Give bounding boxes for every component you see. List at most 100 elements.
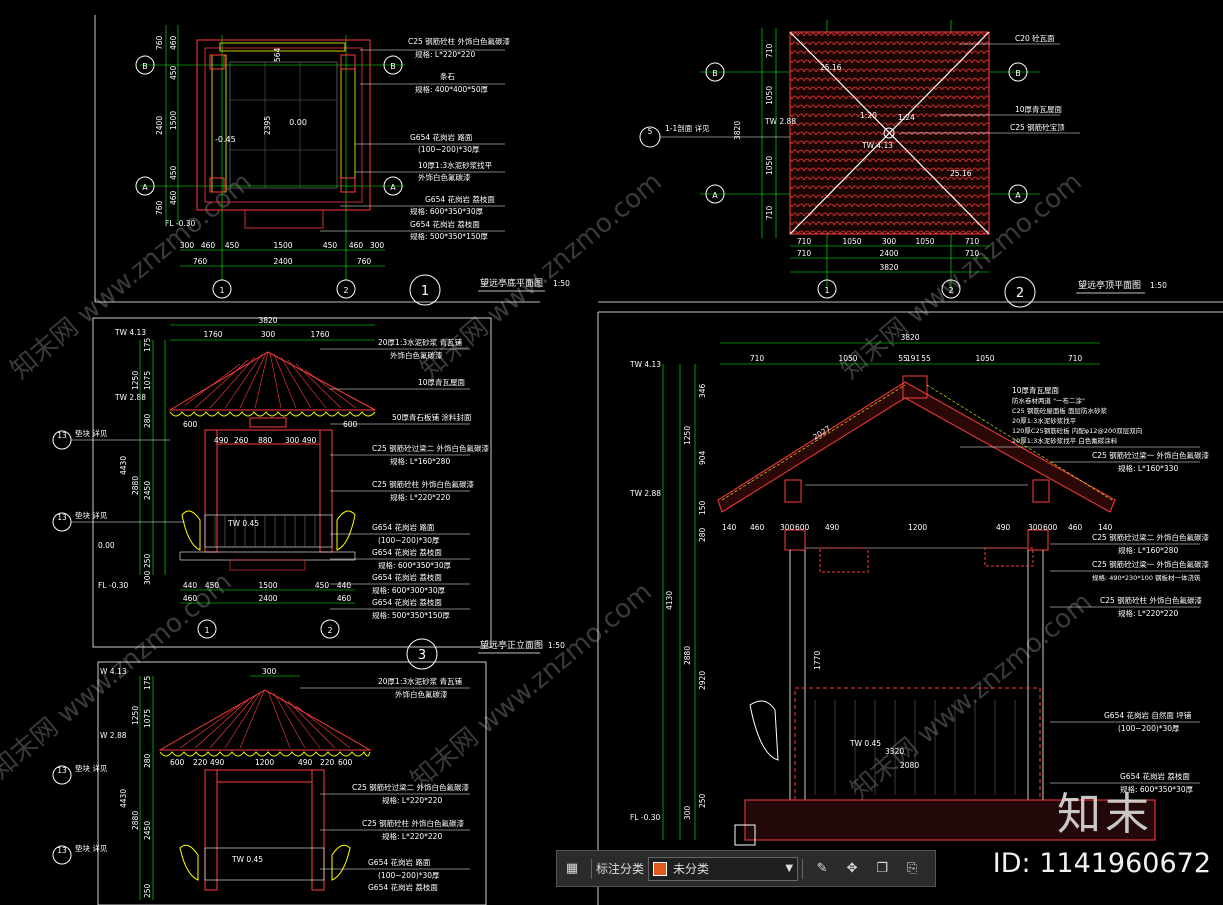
dim-label: 1050 <box>975 354 994 363</box>
dim-label: 300 <box>143 570 152 585</box>
cad-drawing-canvas[interactable]: 知末网 www.znzmo.com 知末网 www.znzmo.com 知末网 … <box>0 0 1223 905</box>
note: G654 花岗岩 荔枝面 <box>372 597 442 607</box>
note: 垫块 详见 <box>75 510 108 520</box>
level-label: FL -0.30 <box>98 581 129 590</box>
dim-label: 490 <box>825 523 840 532</box>
dim-label: 2400 <box>273 257 292 266</box>
dim-label: 460 <box>349 241 364 250</box>
note: G654 花岗岩 荔枝面 <box>425 194 495 204</box>
dim-label: 450 <box>323 241 338 250</box>
toolbar-label: 标注分类 <box>596 862 645 876</box>
dim-label: 2400 <box>155 116 164 135</box>
dim-label: 300 <box>780 523 795 532</box>
dim-label: 3820 <box>258 316 277 325</box>
note: 规格: 600*350*30厚 <box>378 560 452 570</box>
note: C25 钢筋砼柱 外饰白色氟碳漆 <box>372 479 475 489</box>
dim-label: 2880 <box>131 476 140 495</box>
dim-label: 1250 <box>683 426 692 445</box>
note: C25 钢筋砼柱 外饰白色氟碳漆 <box>1100 595 1203 605</box>
note: 1-1剖面 详见 <box>665 123 710 133</box>
dim-label: 600 <box>795 523 810 532</box>
dim-label: 490 <box>210 758 225 767</box>
category-select[interactable]: 未分类 ▼ <box>648 856 799 881</box>
level-label: TW 0.45 <box>227 519 259 528</box>
paste-icon[interactable]: ⎘ <box>901 858 923 880</box>
dim-label: 564 <box>273 47 282 62</box>
level-label: TW 2.88 <box>764 117 796 126</box>
dim-label: 280 <box>143 413 152 428</box>
dim-label: 175 <box>143 337 152 352</box>
level-label: FL -0.30 <box>165 219 196 228</box>
dim-label: 460 <box>169 190 178 205</box>
slope-label: 1:20 <box>860 111 877 120</box>
note: 规格: 600*300*30厚 <box>372 585 446 595</box>
dim-label: 760 <box>357 257 372 266</box>
note: 规格: L*220*220 <box>382 795 442 805</box>
dim-label: 1500 <box>258 581 277 590</box>
level-label: FL -0.30 <box>630 813 661 822</box>
note: G654 花岗岩 荔枝面 <box>372 547 442 557</box>
grid-label: 1 <box>219 286 224 295</box>
note: 垫块 详见 <box>75 428 108 438</box>
dim-label: 710 <box>750 354 765 363</box>
dim-label: 460 <box>201 241 216 250</box>
annotation-toolbar: ▦ 标注分类 未分类 ▼ ✎ ✥ ❐ ⎘ <box>556 850 936 887</box>
level-label: TW 2.88 <box>629 489 661 498</box>
drawing-title: 望远亭顶平面图 <box>1078 279 1141 291</box>
dim-label: 1200 <box>908 523 927 532</box>
dim-label: 250 <box>143 883 152 898</box>
dim-label: 2880 <box>131 811 140 830</box>
dim-label: 1050 <box>765 86 774 105</box>
dim-label: 760 <box>155 200 164 215</box>
level-label: TW 4.13 <box>861 141 893 150</box>
dim-label: 1500 <box>273 241 292 250</box>
grid-label: A <box>142 183 148 192</box>
dim-label: 600 <box>183 420 198 429</box>
note: 规格: 490*230*100 钢板材一体浇筑 <box>1092 573 1201 582</box>
dim-label: 880 <box>258 436 273 445</box>
move-icon[interactable]: ✥ <box>841 858 863 880</box>
level-label: W 4.13 <box>100 667 127 676</box>
dim-label: 300 <box>180 241 195 250</box>
dim-label: 460 <box>1068 523 1083 532</box>
grid-label: 2 <box>343 286 348 295</box>
note: 垫块 详见 <box>75 843 108 853</box>
grid-label: B <box>712 69 718 78</box>
dim-label: 2880 <box>683 646 692 665</box>
note: 规格: 500*350*150厚 <box>372 610 450 620</box>
grid-icon[interactable]: ▦ <box>561 858 583 880</box>
note: C25 钢筋砼过梁二 外饰白色氟碳漆 <box>352 782 470 792</box>
note: G654 花岗岩 荔枝面 <box>372 572 442 582</box>
dim-label: 2450 <box>143 481 152 500</box>
note: G654 花岗岩 路面 <box>372 522 435 532</box>
edit-icon[interactable]: ✎ <box>811 858 833 880</box>
dim-label: 1250 <box>131 371 140 390</box>
dim-label: 450 <box>225 241 240 250</box>
note: G654 花岗岩 荔枝面 <box>410 219 480 229</box>
brand-logo: 知末 <box>1057 789 1153 840</box>
dim-label: 710 <box>797 249 812 258</box>
dim-label: 1050 <box>765 156 774 175</box>
dim-label: 346 <box>698 383 707 398</box>
grid-label: A <box>1015 191 1021 200</box>
dim-label: 1500 <box>169 111 178 130</box>
dim-label: 300 <box>882 237 897 246</box>
dim-label: 710 <box>765 205 774 220</box>
grid-label: B <box>1015 69 1021 78</box>
dim-label: 450 <box>205 581 220 590</box>
note: C25 钢筋砼过梁一 外饰白色氟碳漆 <box>1092 450 1210 460</box>
dim-label: 710 <box>965 249 980 258</box>
level-label: 0.00 <box>98 541 115 550</box>
note: 规格: L*220*220 <box>390 492 450 502</box>
dim-label: 3820 <box>879 263 898 272</box>
dim-label: 600 <box>170 758 185 767</box>
dim-label: 450 <box>169 65 178 80</box>
dim-label: 490 <box>298 758 313 767</box>
dim-label: 600 <box>343 420 358 429</box>
note: 规格: 500*350*150厚 <box>410 231 488 241</box>
drawing-number: 2 <box>1016 286 1024 301</box>
copy-icon[interactable]: ❐ <box>871 858 893 880</box>
dim-label: 460 <box>750 523 765 532</box>
note: (100~200)*30厚 <box>378 871 440 880</box>
note: 规格: L*160*280 <box>1118 545 1178 555</box>
